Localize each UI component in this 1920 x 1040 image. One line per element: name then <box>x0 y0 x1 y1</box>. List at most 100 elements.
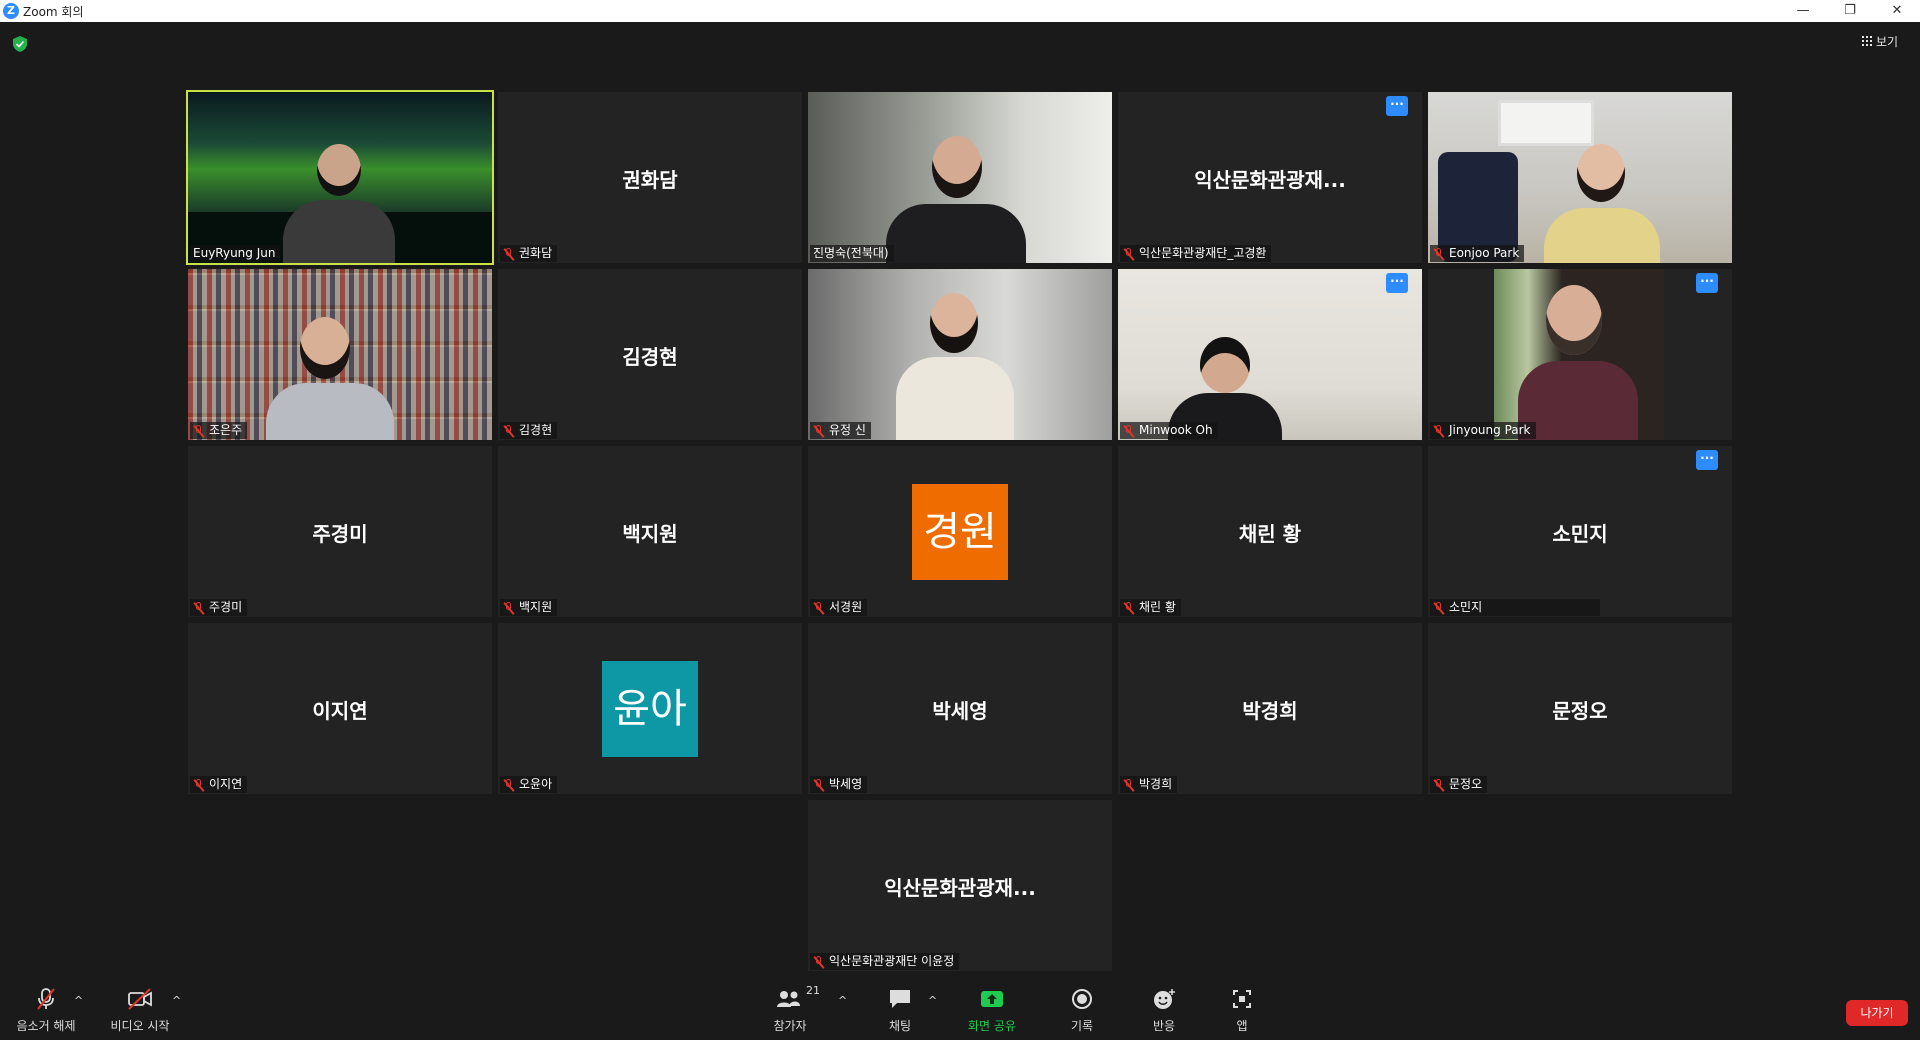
unmute-button[interactable]: 음소거 해제 <box>10 988 82 1034</box>
video-tile[interactable]: ··· 익산문화관광재... 익산문화관광재단_고경환 <box>1118 92 1422 263</box>
participant-name: 서경원 <box>829 600 863 614</box>
record-button[interactable]: 기록 <box>1050 988 1114 1034</box>
share-screen-button[interactable]: 화면 공유 <box>960 988 1024 1034</box>
chat-button[interactable]: 채팅 <box>868 988 932 1034</box>
participant-center-name: 권화담 <box>622 168 678 192</box>
participant-name: 박세영 <box>829 777 863 791</box>
muted-mic-icon <box>1433 424 1445 437</box>
zoom-logo-icon: Z <box>3 3 19 19</box>
muted-mic-icon <box>813 601 825 614</box>
maximize-button[interactable]: ❐ <box>1827 0 1873 22</box>
apps-button[interactable]: 앱 <box>1210 988 1274 1034</box>
video-tile[interactable]: 유정 신 <box>808 269 1112 440</box>
video-options-caret[interactable]: ^ <box>172 994 181 1007</box>
more-options-button[interactable]: ··· <box>1386 96 1408 116</box>
participant-name-label: EuyRyung Jun <box>190 245 281 262</box>
meeting-toolbar: 음소거 해제 ^ 비디오 시작 ^ 참가자 21 ^ 채팅 ^ 화면 공유 기록… <box>0 980 1920 1040</box>
security-shield-icon[interactable] <box>13 36 27 52</box>
unmute-label: 음소거 해제 <box>16 1019 76 1033</box>
video-tile[interactable]: 박세영 박세영 <box>808 623 1112 794</box>
record-icon <box>1072 989 1092 1009</box>
participant-center-name: 김경현 <box>622 345 678 369</box>
participant-name: 김경현 <box>519 423 553 437</box>
video-tile[interactable]: 주경미 주경미 <box>188 446 492 617</box>
participant-name-label: 서경원 <box>810 599 868 616</box>
video-tile[interactable]: 문정오 문정오 <box>1428 623 1732 794</box>
video-tile[interactable]: Eonjoo Park <box>1428 92 1732 263</box>
participant-name: 오윤아 <box>519 777 553 791</box>
participant-center-name: 소민지 <box>1552 522 1608 546</box>
participant-video <box>1546 285 1602 355</box>
participant-name-label: 문정오 <box>1430 776 1488 793</box>
video-tile[interactable]: 이지연 이지연 <box>188 623 492 794</box>
video-tile[interactable]: ··· Minwook Oh <box>1118 269 1422 440</box>
participant-video <box>1577 144 1625 202</box>
participant-center-name: 익산문화관광재... <box>1194 168 1346 192</box>
participant-name: 권화담 <box>519 246 553 260</box>
participant-name: EuyRyung Jun <box>193 246 276 260</box>
muted-mic-icon <box>1433 601 1445 614</box>
video-off-icon <box>128 988 152 1010</box>
participant-name-label: 유정 신 <box>810 422 871 439</box>
participant-name-label: 이지연 <box>190 776 248 793</box>
video-tile[interactable]: 진명숙(전북대) <box>808 92 1112 263</box>
audio-options-caret[interactable]: ^ <box>74 994 83 1007</box>
participant-avatar: 경원 <box>912 484 1008 580</box>
participant-name-label: Jinyoung Park <box>1430 422 1536 439</box>
muted-mic-icon <box>503 601 515 614</box>
video-tile[interactable]: 윤아 오윤아 <box>498 623 802 794</box>
video-tile[interactable]: 조은주 <box>188 269 492 440</box>
participant-center-name: 백지원 <box>622 522 678 546</box>
participants-icon <box>777 991 800 1007</box>
leave-meeting-button[interactable]: 나가기 <box>1846 1000 1908 1026</box>
muted-mic-icon <box>503 778 515 791</box>
video-tile[interactable]: 박경희 박경희 <box>1118 623 1422 794</box>
video-tile[interactable]: EuyRyung Jun <box>186 90 494 265</box>
view-button[interactable]: 보기 <box>1862 32 1898 50</box>
participant-name-label: 조은주 <box>190 422 248 439</box>
chat-icon <box>890 990 910 1008</box>
participants-options-caret[interactable]: ^ <box>838 994 847 1007</box>
participant-name: 박경희 <box>1139 777 1173 791</box>
muted-mic-icon <box>813 424 825 437</box>
participant-name: Eonjoo Park <box>1449 246 1520 260</box>
mic-off-icon <box>37 988 55 1010</box>
participant-center-name: 주경미 <box>312 522 368 546</box>
video-tile[interactable]: 채린 황 채린 황 <box>1118 446 1422 617</box>
participant-name-label: 익산문화관광재단_고경환 <box>1120 245 1272 262</box>
participant-name: 주경미 <box>209 600 243 614</box>
video-tile[interactable]: 백지원 백지원 <box>498 446 802 617</box>
participant-name: 이지연 <box>209 777 243 791</box>
reactions-button[interactable]: 반응 <box>1132 988 1196 1034</box>
close-button[interactable]: ✕ <box>1874 0 1920 22</box>
participant-name: 문정오 <box>1449 777 1483 791</box>
participant-name-label: 오윤아 <box>500 776 558 793</box>
view-label: 보기 <box>1876 34 1899 49</box>
participant-name-label: 채린 황 <box>1120 599 1181 616</box>
video-tile[interactable]: 익산문화관광재... 익산문화관광재단 이윤정 <box>808 800 1112 971</box>
muted-mic-icon <box>1123 778 1135 791</box>
title-bar: Z Zoom 회의 — ❐ ✕ <box>0 0 1920 22</box>
muted-mic-icon <box>1123 424 1135 437</box>
more-options-button[interactable]: ··· <box>1696 450 1718 470</box>
minimize-button[interactable]: — <box>1780 0 1826 22</box>
participant-center-name: 박세영 <box>932 699 988 723</box>
participant-video <box>317 144 361 196</box>
video-tile[interactable]: ··· 소민지 소민지 <box>1428 446 1732 617</box>
participant-name-label: Eonjoo Park <box>1430 245 1525 262</box>
participant-center-name: 이지연 <box>312 699 368 723</box>
muted-mic-icon <box>193 778 205 791</box>
video-tile[interactable]: 김경현 김경현 <box>498 269 802 440</box>
chat-options-caret[interactable]: ^ <box>928 994 937 1007</box>
participant-name: 채린 황 <box>1139 600 1176 614</box>
grid-view-icon <box>1862 36 1872 46</box>
participant-name-label: 주경미 <box>190 599 248 616</box>
participant-name-label: Minwook Oh <box>1120 422 1218 439</box>
more-options-button[interactable]: ··· <box>1696 273 1718 293</box>
more-options-button[interactable]: ··· <box>1386 273 1408 293</box>
video-tile[interactable]: 권화담 권화담 <box>498 92 802 263</box>
video-tile[interactable]: ··· Jinyoung Park <box>1428 269 1732 440</box>
start-video-button[interactable]: 비디오 시작 <box>104 988 176 1034</box>
video-tile[interactable]: 경원 서경원 <box>808 446 1112 617</box>
participant-center-name: 문정오 <box>1552 699 1608 723</box>
